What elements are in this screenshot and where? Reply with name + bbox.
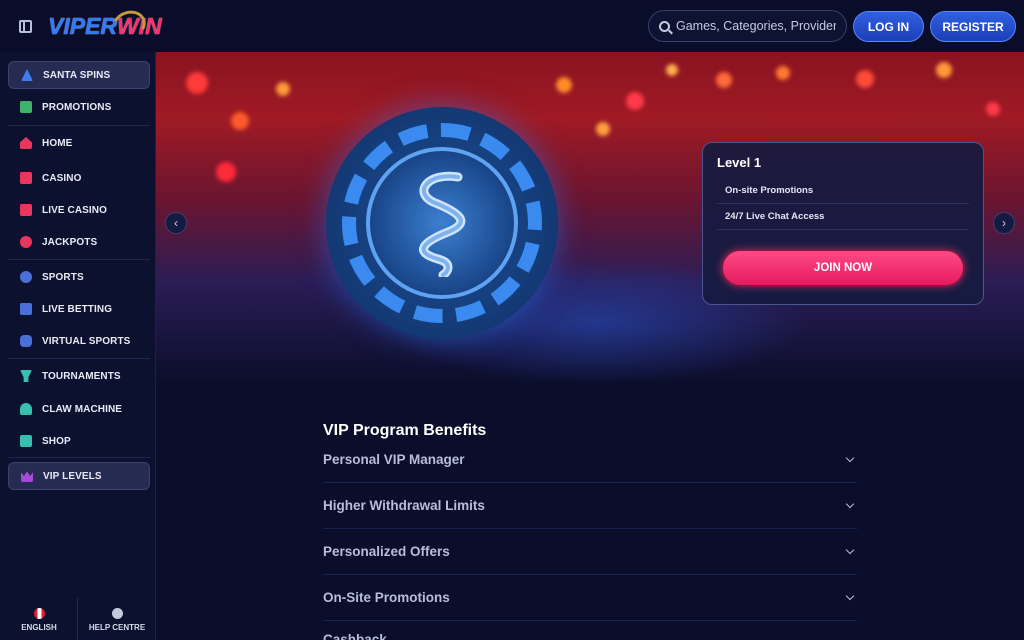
search-box[interactable] <box>648 10 847 42</box>
sidebar-item-vip-levels[interactable]: VIP LEVELS <box>8 462 150 490</box>
logo[interactable]: VIPER WIN <box>48 6 162 44</box>
sidebar-item-jackpots[interactable]: JACKPOTS <box>8 228 150 256</box>
claw-icon <box>20 403 32 415</box>
benefit-label: On-Site Promotions <box>323 590 450 605</box>
sidebar-divider <box>8 125 150 126</box>
chevron-down-icon <box>845 545 855 555</box>
gift-icon <box>20 101 32 113</box>
login-button[interactable]: LOG IN <box>853 11 924 42</box>
vip-banner: ‹ › Level 1 On-site Promotions 24/7 Live… <box>156 52 1024 382</box>
chevron-down-icon <box>845 499 855 509</box>
bokeh-light <box>231 112 249 130</box>
search-input[interactable] <box>676 19 836 33</box>
sidebar-item-label: TOURNAMENTS <box>42 370 121 382</box>
benefit-personal-vip-manager[interactable]: Personal VIP Manager <box>323 437 857 483</box>
sidebar-toggle-icon <box>18 19 32 33</box>
sidebar-item-claw-machine[interactable]: CLAW MACHINE <box>8 395 150 423</box>
benefit-personalized-offers[interactable]: Personalized Offers <box>323 529 857 575</box>
vip-chip-graphic <box>326 107 558 339</box>
bokeh-light <box>716 72 732 88</box>
sidebar-item-santa-spins[interactable]: SANTA SPINS <box>8 61 150 89</box>
clover-icon <box>20 236 32 248</box>
bokeh-light <box>556 77 572 93</box>
sidebar-item-label: JACKPOTS <box>42 236 98 248</box>
level-card: Level 1 On-site Promotions 24/7 Live Cha… <box>702 142 984 305</box>
sidebar-item-label: CLAW MACHINE <box>42 403 123 415</box>
sidebar-item-shop[interactable]: SHOP <box>8 427 150 455</box>
banner-prev-button[interactable]: ‹ <box>165 212 187 234</box>
language-label: ENGLISH <box>21 623 57 632</box>
bokeh-light <box>276 82 290 96</box>
benefit-label: Personalized Offers <box>323 544 450 559</box>
help-centre-link[interactable]: HELP CENTRE <box>78 608 156 632</box>
bokeh-light <box>856 70 874 88</box>
bokeh-light <box>936 62 952 78</box>
sidebar-item-label: LIVE BETTING <box>42 303 113 315</box>
benefit-label: Cashback <box>323 632 387 640</box>
sidebar-item-home[interactable]: HOME <box>8 129 150 157</box>
sidebar-item-label: SPORTS <box>42 271 84 283</box>
join-now-button[interactable]: JOIN NOW <box>721 249 965 287</box>
help-centre-label: HELP CENTRE <box>88 623 146 632</box>
search-icon <box>659 20 670 32</box>
bokeh-light <box>596 122 610 136</box>
sidebar-toggle-button[interactable] <box>8 9 42 43</box>
sidebar-item-label: VIP LEVELS <box>43 470 102 482</box>
bokeh-light <box>986 102 1000 116</box>
sidebar-item-live-betting[interactable]: LIVE BETTING <box>8 295 150 323</box>
language-selector[interactable]: ENGLISH <box>0 608 78 632</box>
chevron-right-icon: › <box>1002 216 1006 230</box>
bokeh-light <box>216 162 236 182</box>
sidebar: SANTA SPINS PROMOTIONS HOME CASINO LIVE … <box>0 52 156 640</box>
level-perk: 24/7 Live Chat Access <box>717 204 969 230</box>
sidebar-item-label: PROMOTIONS <box>42 101 112 113</box>
sidebar-divider <box>8 259 150 260</box>
register-button[interactable]: REGISTER <box>930 11 1016 42</box>
sidebar-item-virtual-sports[interactable]: VIRTUAL SPORTS <box>8 327 150 355</box>
benefit-cashback[interactable]: Cashback <box>323 620 857 640</box>
sidebar-item-casino[interactable]: CASINO <box>8 164 150 192</box>
bokeh-light <box>626 92 644 110</box>
sidebar-item-label: SANTA SPINS <box>43 69 111 81</box>
logo-text-viper: VIPER <box>48 12 118 39</box>
sidebar-item-label: VIRTUAL SPORTS <box>42 335 131 347</box>
sidebar-item-label: LIVE CASINO <box>42 204 107 216</box>
benefit-higher-withdrawal-limits[interactable]: Higher Withdrawal Limits <box>323 483 857 529</box>
sidebar-divider <box>8 358 150 359</box>
gamepad-icon <box>20 335 32 347</box>
tree-icon <box>21 69 33 81</box>
bokeh-light <box>186 72 208 94</box>
chevron-down-icon <box>845 591 855 601</box>
sidebar-divider <box>8 457 150 458</box>
flag-canada-icon <box>33 608 45 619</box>
level-perk: On-site Promotions <box>717 178 969 204</box>
benefit-label: Higher Withdrawal Limits <box>323 498 485 513</box>
level-title: Level 1 <box>717 155 762 170</box>
sidebar-item-sports[interactable]: SPORTS <box>8 263 150 291</box>
cards-icon <box>20 204 32 216</box>
bokeh-light <box>776 66 790 80</box>
sidebar-item-label: SHOP <box>42 435 71 447</box>
sidebar-item-label: HOME <box>42 137 73 149</box>
sidebar-item-label: CASINO <box>42 172 82 184</box>
slot-icon <box>20 172 32 184</box>
tv-icon <box>20 303 32 315</box>
benefit-label: Personal VIP Manager <box>323 452 465 467</box>
ball-icon <box>20 271 32 283</box>
trophy-icon <box>20 370 32 382</box>
banner-next-button[interactable]: › <box>993 212 1015 234</box>
bokeh-light <box>666 64 678 76</box>
sidebar-item-promotions[interactable]: PROMOTIONS <box>8 93 150 121</box>
benefit-on-site-promotions[interactable]: On-Site Promotions <box>323 575 857 621</box>
snake-icon <box>419 171 466 277</box>
crown-icon <box>21 471 33 482</box>
home-icon <box>20 137 32 149</box>
bag-icon <box>20 435 32 447</box>
chevron-left-icon: ‹ <box>174 216 178 230</box>
chevron-down-icon <box>845 453 855 463</box>
sidebar-item-tournaments[interactable]: TOURNAMENTS <box>8 362 150 390</box>
help-icon <box>111 608 123 619</box>
sidebar-item-live-casino[interactable]: LIVE CASINO <box>8 196 150 224</box>
